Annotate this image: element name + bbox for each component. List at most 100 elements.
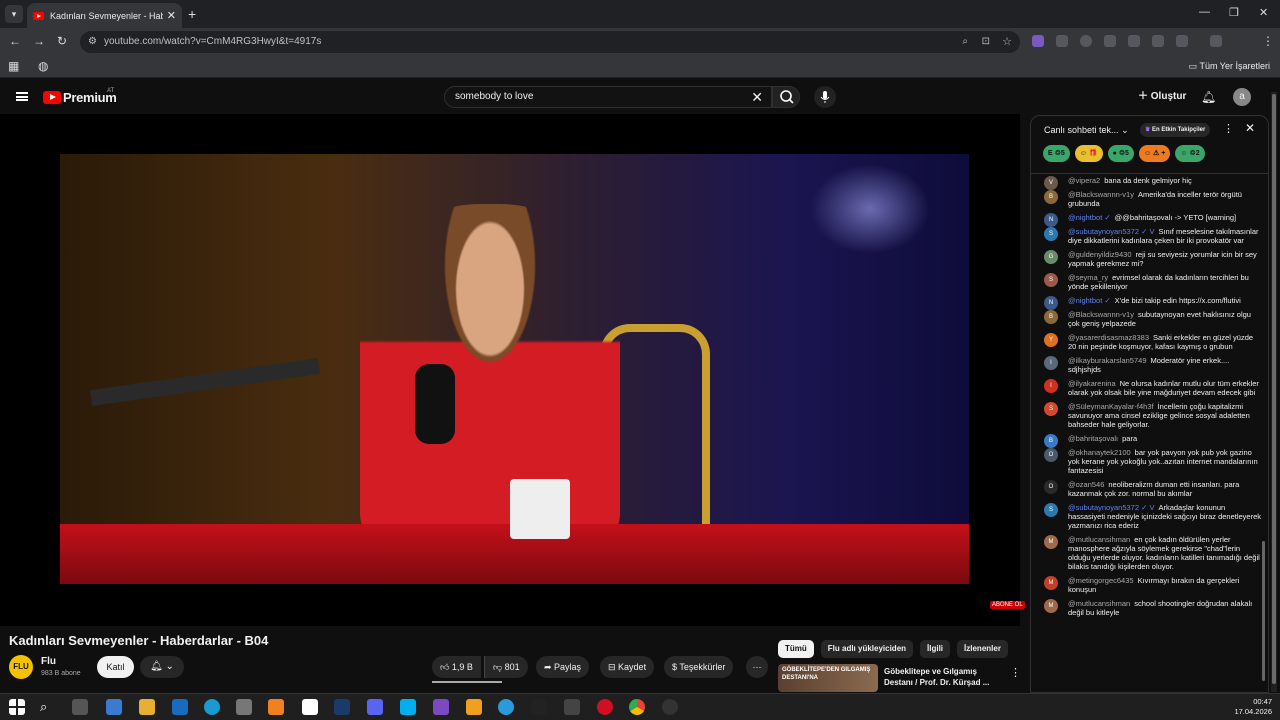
chat-author-name[interactable]: @Blackswannn-v1y	[1068, 190, 1134, 199]
store-icon[interactable]	[106, 699, 122, 715]
chat-author-avatar[interactable]: S	[1044, 503, 1058, 517]
chat-author-avatar[interactable]: O	[1044, 448, 1058, 462]
extension-script-icon[interactable]	[1128, 35, 1140, 47]
chat-message[interactable]: N @nightbot ✓ @@bahritaşovalı -> YETO [war…	[1031, 211, 1268, 227]
chat-author-name[interactable]: @subutaynoyan5372 ✓ V	[1068, 503, 1154, 512]
chat-message-list[interactable]: V @vipera2 bana da denk gelmiyor hiç B @Blac…	[1031, 174, 1268, 620]
create-button[interactable]: ＋ Oluştur	[1132, 87, 1192, 107]
chat-author-name[interactable]: @seyma_ry	[1068, 273, 1108, 282]
chat-author-avatar[interactable]: I	[1044, 356, 1058, 370]
obs-icon[interactable]	[662, 699, 678, 715]
browser-menu-icon[interactable]: ⋮	[1262, 34, 1274, 48]
extensions-puzzle-icon[interactable]	[1176, 35, 1188, 47]
search-button[interactable]	[772, 86, 800, 108]
file-explorer-icon[interactable]	[139, 699, 155, 715]
chat-message[interactable]: B @Blackswannn-v1y Amerika'da inceller ter…	[1031, 188, 1268, 211]
subscription-bell-button[interactable]: 🔔︎ ⌄	[140, 656, 184, 678]
chat-message[interactable]: S @subutaynoyan5372 ✓ V Arkadaşlar konunun…	[1031, 501, 1268, 533]
chat-author-name[interactable]: @ilyakarenina	[1068, 379, 1116, 388]
join-button[interactable]: Katıl	[97, 656, 134, 678]
chat-author-avatar[interactable]: O	[1044, 480, 1058, 494]
extension-shield-icon[interactable]	[1152, 35, 1164, 47]
chat-scrollbar[interactable]	[1262, 541, 1265, 681]
page-scrollbar-thumb[interactable]	[1272, 94, 1276, 684]
thanks-button[interactable]: $ Teşekkürler	[664, 656, 734, 678]
chat-author-name[interactable]: @Blackswannn-v1y	[1068, 310, 1134, 319]
chat-message[interactable]: M @mutlucansihman en çok kadın öldürülen y…	[1031, 533, 1268, 574]
chat-ticker[interactable]: ☺ ⚠ +	[1138, 145, 1171, 162]
video-player[interactable]	[0, 114, 1020, 626]
chat-ticker[interactable]: E ♲5	[1043, 145, 1070, 162]
save-button[interactable]: ⊟ Kaydet	[600, 656, 655, 678]
notifications-bell-icon[interactable]: 🔔︎	[1201, 90, 1216, 104]
recommended-video-menu-icon[interactable]: ⋮	[1010, 666, 1021, 679]
vlc-icon[interactable]	[268, 699, 284, 715]
zoom-icon[interactable]: ⌕	[962, 31, 968, 53]
recommended-video-thumbnail[interactable]: GÖBEKLİTEPE'DEN GILGAMIŞ DESTANI'NA	[778, 664, 878, 692]
notion-icon[interactable]	[302, 699, 318, 715]
window-close-icon[interactable]: ✕	[1259, 6, 1268, 19]
task-view-icon[interactable]	[72, 699, 88, 715]
chat-message[interactable]: V @vipera2 bana da denk gelmiyor hiç	[1031, 174, 1268, 190]
more-actions-button[interactable]: ⋯	[746, 656, 768, 678]
site-info-icon[interactable]: ⚙	[88, 31, 97, 53]
chip-related[interactable]: İlgili	[920, 640, 951, 658]
app-orange-icon[interactable]	[466, 699, 482, 715]
start-windows-icon[interactable]	[9, 699, 25, 715]
chat-message[interactable]: N @nightbot ✓ X'de bizi takip edin https:/…	[1031, 294, 1268, 310]
app-purple-icon[interactable]	[433, 699, 449, 715]
chat-author-name[interactable]: @bahritaşovalı	[1068, 434, 1118, 443]
video-frame[interactable]	[60, 154, 969, 584]
chat-author-avatar[interactable]: M	[1044, 535, 1058, 549]
address-bar[interactable]: ⚙ youtube.com/watch?v=CmM4RG3HwyI&t=4917…	[80, 31, 1020, 53]
chat-author-avatar[interactable]: M	[1044, 576, 1058, 590]
chat-author-name[interactable]: @guldenyildiz9430	[1068, 250, 1132, 259]
browser-tab-active[interactable]: Kadınları Sevmeyenler - Haberdarlar ✕	[27, 3, 182, 28]
search-input[interactable]: somebody to love ✕	[444, 86, 772, 108]
extension-box-icon[interactable]	[1104, 35, 1116, 47]
chat-message[interactable]: S @SüleymanKayalar-f4h3f İncellerin çoğu k…	[1031, 400, 1268, 432]
extension-translate-icon[interactable]	[1056, 35, 1068, 47]
chat-author-name[interactable]: @mutlucansihman	[1068, 599, 1130, 608]
chat-author-avatar[interactable]: Y	[1044, 333, 1058, 347]
chat-message[interactable]: G @guldenyildiz9430 reji su seviyesiz yoru…	[1031, 248, 1268, 271]
chat-author-avatar[interactable]: S	[1044, 227, 1058, 241]
apps-grid-icon[interactable]: ▦	[8, 59, 19, 73]
channel-name[interactable]: Flu	[41, 656, 56, 667]
chat-author-avatar[interactable]: I	[1044, 379, 1058, 393]
bookmark-star-icon[interactable]: ☆	[1002, 31, 1012, 53]
globe-icon[interactable]: ◍	[38, 59, 48, 73]
chat-author-name[interactable]: @nightbot ✓	[1068, 213, 1111, 222]
telegram-icon[interactable]	[498, 699, 514, 715]
chat-author-name[interactable]: @mutlucansihman	[1068, 535, 1130, 544]
chat-message[interactable]: S @subutaynoyan5372 ✓ V Sınıf meselesine t…	[1031, 225, 1268, 248]
chat-message[interactable]: B @bahritaşovalı para	[1031, 432, 1268, 448]
recommended-video-title[interactable]: Göbeklitepe ve Gılgamış Destanı / Prof. …	[884, 666, 1004, 688]
tab-search-dropdown-icon[interactable]: ▾	[5, 5, 23, 23]
app-icon-2[interactable]	[564, 699, 580, 715]
chat-mode-dropdown[interactable]: Canlı sohbeti tek... ⌄	[1044, 125, 1129, 136]
chat-ticker[interactable]: ☺ ♲2	[1175, 145, 1205, 162]
dislike-button[interactable]: 👎︎ 801	[484, 656, 528, 678]
taskbar-search-icon[interactable]: ⌕	[40, 699, 56, 715]
opera-icon[interactable]	[597, 699, 613, 715]
subscribe-watermark[interactable]: ABONE OL	[990, 601, 1025, 609]
chat-author-avatar[interactable]: S	[1044, 402, 1058, 416]
outlook-icon[interactable]	[172, 699, 188, 715]
all-bookmarks-link[interactable]: ▭ Tüm Yer İşaretleri	[1189, 61, 1270, 72]
chat-author-name[interactable]: @yasarerdisasmaz8383	[1068, 333, 1149, 342]
chat-author-name[interactable]: @metingorgec6435	[1068, 576, 1134, 585]
chat-message[interactable]: I @ilkayburakarslan5749 Moderatör yine erk…	[1031, 354, 1268, 377]
chat-message[interactable]: B @Blackswannn-v1y subutaynoyan evet haklı…	[1031, 308, 1268, 331]
discord-icon[interactable]	[367, 699, 383, 715]
media-control-icon[interactable]	[1210, 35, 1222, 47]
chat-author-name[interactable]: @vipera2	[1068, 176, 1100, 185]
chrome-icon[interactable]	[629, 699, 645, 715]
share-button[interactable]: ➦ Paylaş	[536, 656, 590, 678]
account-avatar[interactable]: a	[1233, 88, 1251, 106]
chat-ticker[interactable]: ● ♲5	[1107, 145, 1134, 162]
chat-author-name[interactable]: @okhanaytek2100	[1068, 448, 1131, 457]
back-icon[interactable]: ←	[9, 34, 21, 48]
chat-author-avatar[interactable]: G	[1044, 250, 1058, 264]
chat-options-icon[interactable]: ⋮	[1223, 122, 1234, 135]
